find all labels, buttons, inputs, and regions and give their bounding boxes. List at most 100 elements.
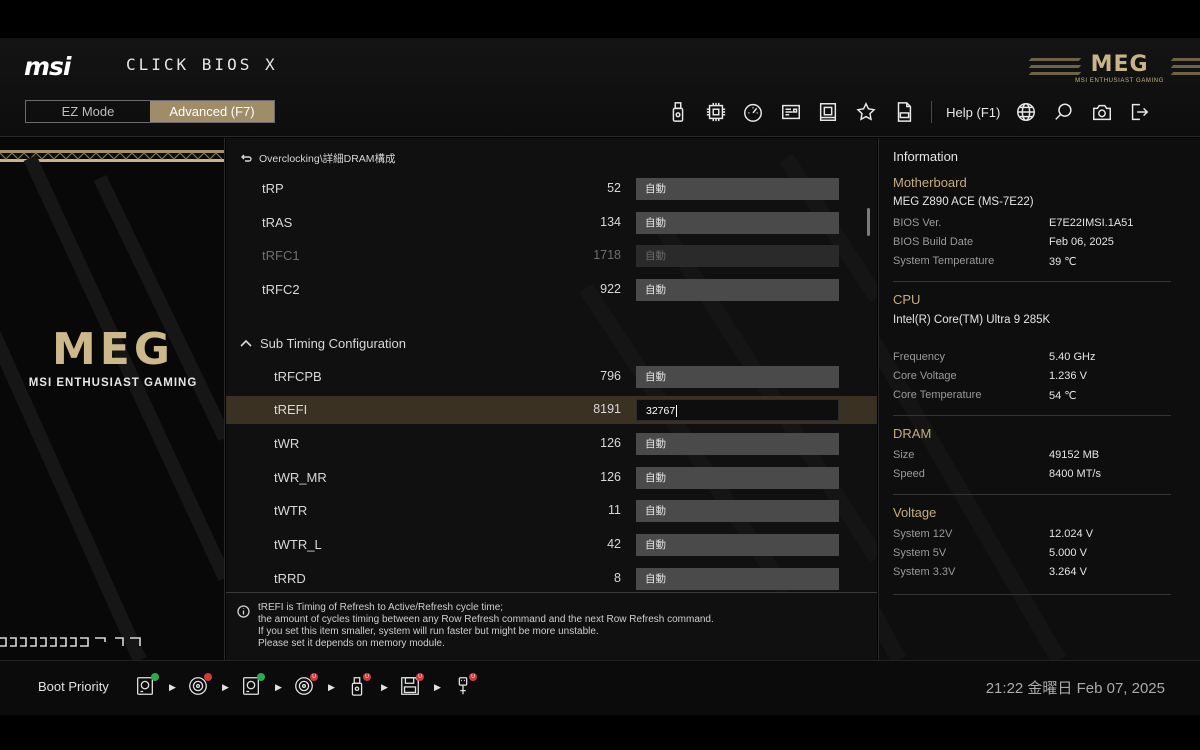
boot-priority-list: ▶ ▶ ▶ U ▶ U ▶ U ▶ U [134,673,477,699]
breadcrumb[interactable]: Overclocking\詳細DRAM構成 [240,151,396,166]
setting-name: tWTR [274,503,308,518]
setting-row-twtr[interactable]: tWTR 11 自動 [226,497,877,525]
setting-row-twr[interactable]: tWR 126 自動 [226,430,877,458]
arrow-right-icon: ▶ [169,681,176,692]
setting-value-field[interactable]: 自動 [636,279,839,301]
dram-heading: DRAM [893,426,932,441]
setting-name: tREFI [274,402,308,417]
text-caret [676,405,678,418]
bottom-letterbox [0,716,1200,750]
setting-name: tWTR_L [274,537,322,552]
setting-value-field[interactable]: 自動 [636,534,839,556]
setting-row-twtr-l[interactable]: tWTR_L 42 自動 [226,531,877,559]
info-key: Frequency [893,351,945,363]
advanced-mode-button[interactable]: Advanced (F7) [150,101,274,122]
usb-key-icon[interactable]: U [452,673,477,699]
info-key: System Temperature [893,255,995,267]
setting-value-field[interactable]: 自動 [636,366,839,388]
board-explorer-icon[interactable] [777,98,805,126]
left-panel: MEG MSI ENTHUSIAST GAMING [0,138,225,660]
system-clock: 21:22 金曜日 Feb 07, 2025 [985,680,1165,697]
file-icon[interactable] [890,98,918,126]
decor-diagonal-lines [0,155,224,660]
footer: Boot Priority ▶ ▶ ▶ U ▶ U ▶ U ▶ U 21:22 … [0,660,1200,715]
info-value: Feb 06, 2025 [1049,236,1114,248]
meg-logo: MEG MSI ENTHUSIAST GAMING [28,324,198,389]
setting-current-value: 796 [600,369,621,383]
meg-logo-sub: MSI ENTHUSIAST GAMING [28,377,198,389]
info-value: 39 ℃ [1049,256,1077,268]
setting-row-tras[interactable]: tRAS 134 自動 [226,209,877,237]
section-title: Sub Timing Configuration [260,336,406,351]
cpu-chip-icon[interactable] [702,98,730,126]
language-globe-icon[interactable] [1012,98,1040,126]
speedometer-icon[interactable] [739,98,767,126]
setting-row-trp[interactable]: tRP 52 自動 [226,175,877,203]
setting-value-field[interactable]: 自動 [636,467,839,489]
motherboard-heading: Motherboard [893,175,967,190]
screenshot-camera-icon[interactable] [1088,98,1116,126]
back-arrow-icon[interactable] [240,153,252,165]
meg-badge-word: MEG [1090,52,1149,77]
info-key: System 12V [893,528,953,540]
setting-row-trfcpb[interactable]: tRFCPB 796 自動 [226,363,877,391]
header: msi CLICK BIOS X EZ Mode Advanced (F7) H… [0,38,1200,137]
hdd-icon[interactable] [134,673,159,699]
toolbar: Help (F1) [664,98,1163,126]
optical-disc-icon[interactable]: U [293,673,318,699]
setting-current-value: 42 [607,537,621,551]
arrow-right-icon: ▶ [434,681,441,692]
usb-drive-icon[interactable]: U [346,673,371,699]
boot-badge [204,673,212,681]
info-icon [237,605,250,618]
setting-row-trfc2[interactable]: tRFC2 922 自動 [226,276,877,304]
exit-icon[interactable] [1125,98,1153,126]
setting-name: tRRD [274,571,306,586]
memory-icon[interactable] [814,98,842,126]
help-button[interactable]: Help (F1) [946,105,1000,120]
hdd-icon[interactable] [240,673,265,699]
boot-badge [257,673,265,681]
info-value: 54 ℃ [1049,390,1077,402]
info-key: Core Voltage [893,370,957,382]
info-key: System 3.3V [893,566,956,578]
setting-row-twr-mr[interactable]: tWR_MR 126 自動 [226,464,877,492]
setting-row-trrd[interactable]: tRRD 8 自動 [226,565,877,593]
boot-priority-label: Boot Priority [38,679,109,694]
info-value: 8400 MT/s [1049,468,1101,480]
boot-badge: U [363,673,371,681]
bios-title: CLICK BIOS X [126,55,278,74]
arrow-right-icon: ▶ [222,681,229,692]
decor-pattern-bottom [0,637,141,647]
msi-logo: msi [24,52,71,81]
section-sub-timing[interactable]: Sub Timing Configuration [240,336,406,351]
usb-drive-icon[interactable] [664,98,692,126]
setting-row-trfc1: tRFC1 1718 自動 [226,242,877,270]
setting-name: tRFC2 [262,282,300,297]
floppy-icon[interactable]: U [399,673,424,699]
setting-name: tWR [274,436,300,451]
decor-stripes-left [1028,58,1082,80]
info-value: 1.236 V [1049,370,1087,382]
breadcrumb-path: Overclocking\詳細DRAM構成 [259,153,396,165]
setting-row-trefi[interactable]: tREFI 8191 32767 [226,396,877,424]
setting-value-field[interactable]: 自動 [636,568,839,590]
setting-value-field[interactable]: 自動 [636,433,839,455]
settings-panel: Overclocking\詳細DRAM構成 tRP 52 自動 tRAS 134… [226,138,877,660]
boot-badge: U [416,673,424,681]
ez-mode-button[interactable]: EZ Mode [26,101,150,122]
optical-disc-icon[interactable] [187,673,212,699]
setting-value-field[interactable]: 自動 [636,212,839,234]
info-value: E7E22IMSI.1A51 [1049,217,1134,229]
mode-switch: EZ Mode Advanced (F7) [25,100,275,123]
scrollbar-thumb[interactable] [867,208,870,236]
setting-value-input[interactable]: 32767 [636,399,839,421]
setting-name: tRFC1 [262,248,300,263]
arrow-right-icon: ▶ [275,681,282,692]
setting-value-field[interactable]: 自動 [636,500,839,522]
search-icon[interactable] [1050,98,1078,126]
setting-current-value: 126 [600,470,621,484]
favorite-star-icon[interactable] [852,98,880,126]
chevron-up-icon[interactable] [240,338,252,350]
setting-value-field[interactable]: 自動 [636,178,839,200]
